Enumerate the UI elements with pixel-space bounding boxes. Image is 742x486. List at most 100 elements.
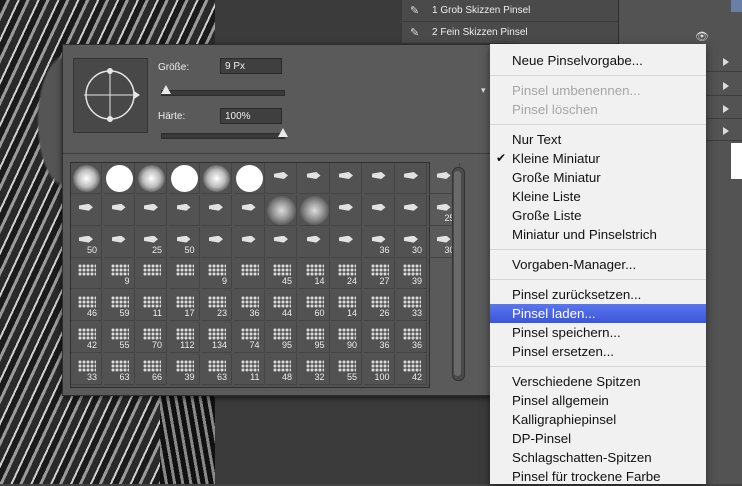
brush-preset-cell[interactable]: 74 <box>233 322 265 353</box>
brush-preset-cell[interactable]: 9 <box>103 258 135 290</box>
brush-preset-cell[interactable] <box>233 226 265 258</box>
size-slider-knob[interactable] <box>160 85 171 94</box>
brush-preset-cell[interactable] <box>201 163 232 194</box>
brush-preset-cell[interactable] <box>298 194 330 226</box>
brush-preset-cell[interactable]: 36 <box>363 322 395 353</box>
brush-preset-cell[interactable]: 36 <box>363 226 395 258</box>
brush-preset-cell[interactable]: 36 <box>233 290 265 322</box>
menu-item[interactable]: Pinsel speichern... <box>490 323 706 342</box>
disclosure-triangle-icon[interactable] <box>723 127 729 135</box>
brush-preset-cell[interactable]: 25 <box>136 226 167 258</box>
brush-preset-cell[interactable] <box>201 226 232 258</box>
menu-item[interactable]: Pinsel laden... <box>490 304 706 323</box>
brush-preset-cell[interactable]: 26 <box>363 290 395 322</box>
brush-preset-cell[interactable] <box>298 163 330 194</box>
brush-preset-cell[interactable]: 39 <box>396 258 427 290</box>
brush-preset-cell[interactable]: 112 <box>168 322 200 353</box>
menu-item[interactable]: Kleine Liste <box>490 187 706 206</box>
brush-preset-cell[interactable] <box>233 194 265 226</box>
menu-item[interactable]: Kalligraphiepinsel <box>490 410 706 429</box>
brush-preset-cell[interactable] <box>331 194 362 226</box>
brush-preset-cell[interactable] <box>266 226 297 258</box>
brush-preset-cell[interactable] <box>298 226 330 258</box>
brush-preset-cell[interactable]: 134 <box>201 322 232 353</box>
brush-preset-cell[interactable] <box>331 226 362 258</box>
brush-preset-item[interactable]: ✎ 2 Fein Skizzen Pinsel <box>402 22 618 44</box>
brush-preset-cell[interactable]: 100 <box>363 353 395 385</box>
menu-item[interactable]: Verschiedene Spitzen <box>490 372 706 391</box>
brush-preset-cell[interactable]: 9 <box>201 258 232 290</box>
brush-preset-cell[interactable] <box>331 163 362 194</box>
menu-item[interactable]: Schlagschatten-Spitzen <box>490 448 706 467</box>
brush-preset-cell[interactable]: 33 <box>396 290 427 322</box>
brush-preset-cell[interactable] <box>103 163 135 194</box>
brush-preset-cell[interactable]: 14 <box>331 290 362 322</box>
hardness-field[interactable]: 100% <box>220 108 282 124</box>
brush-preset-cell[interactable] <box>168 163 200 194</box>
brush-preset-cell[interactable]: 42 <box>71 322 102 353</box>
brush-preset-cell[interactable]: 55 <box>103 322 135 353</box>
brush-preset-cell[interactable]: 55 <box>331 353 362 385</box>
brush-preset-cell[interactable] <box>396 194 427 226</box>
brush-preset-cell[interactable]: 63 <box>103 353 135 385</box>
brush-preset-cell[interactable]: 95 <box>266 322 297 353</box>
menu-item[interactable]: Miniatur und Pinselstrich <box>490 225 706 244</box>
brush-preset-cell[interactable]: 60 <box>298 290 330 322</box>
eye-icon[interactable]: 👁 <box>695 30 709 43</box>
brush-preset-cell[interactable]: 42 <box>396 353 427 385</box>
brush-preset-cell[interactable]: 14 <box>298 258 330 290</box>
brush-preset-cell[interactable] <box>266 163 297 194</box>
brush-grid-scrollbar[interactable] <box>452 167 465 381</box>
hardness-slider-knob[interactable] <box>278 128 288 137</box>
menu-item[interactable]: DP-Pinsel <box>490 429 706 448</box>
brush-preset-cell[interactable]: 11 <box>136 290 167 322</box>
menu-item[interactable]: Große Miniatur <box>490 168 706 187</box>
menu-item[interactable]: Pinsel zurücksetzen... <box>490 285 706 304</box>
brush-preset-cell[interactable] <box>136 163 167 194</box>
brush-preset-cell[interactable] <box>363 194 395 226</box>
brush-preset-cell[interactable] <box>103 226 135 258</box>
brush-preset-cell[interactable]: 70 <box>136 322 167 353</box>
brush-tip-preview[interactable] <box>73 58 148 133</box>
size-slider[interactable] <box>161 90 285 96</box>
disclosure-triangle-icon[interactable] <box>723 82 729 90</box>
chevron-down-icon[interactable]: ▾ <box>481 85 486 96</box>
brush-preset-cell[interactable]: 95 <box>298 322 330 353</box>
brush-preset-cell[interactable] <box>396 163 427 194</box>
brush-preset-cell[interactable] <box>168 258 200 290</box>
brush-preset-cell[interactable] <box>71 194 102 226</box>
brush-preset-cell[interactable]: 50 <box>71 226 102 258</box>
brush-preset-cell[interactable] <box>103 194 135 226</box>
brush-preset-cell[interactable]: 59 <box>103 290 135 322</box>
brush-preset-item[interactable]: ✎ 1 Grob Skizzen Pinsel <box>402 0 618 22</box>
brush-preset-cell[interactable]: 90 <box>331 322 362 353</box>
brush-preset-cell[interactable]: 11 <box>233 353 265 385</box>
brush-preset-cell[interactable]: 30 <box>396 226 427 258</box>
brush-preset-cell[interactable]: 45 <box>266 258 297 290</box>
brush-preset-cell[interactable]: 23 <box>201 290 232 322</box>
brush-preset-cell[interactable] <box>168 194 200 226</box>
brush-preset-cell[interactable] <box>266 194 297 226</box>
menu-item[interactable]: Neue Pinselvorgabe... <box>490 51 706 70</box>
brush-preset-cell[interactable]: 44 <box>266 290 297 322</box>
brush-preset-cell[interactable]: 17 <box>168 290 200 322</box>
brush-preset-cell[interactable] <box>363 163 395 194</box>
brush-preset-cell[interactable] <box>71 163 102 194</box>
hardness-slider[interactable] <box>161 133 285 139</box>
brush-preset-cell[interactable]: 27 <box>363 258 395 290</box>
brush-preset-cell[interactable] <box>71 258 102 290</box>
brush-preset-cell[interactable] <box>136 194 167 226</box>
brush-angle-dial[interactable] <box>74 59 147 132</box>
brush-preset-cell[interactable]: 24 <box>331 258 362 290</box>
menu-item[interactable]: Vorgaben-Manager... <box>490 255 706 274</box>
disclosure-triangle-icon[interactable] <box>723 58 729 66</box>
brush-preset-cell[interactable]: 66 <box>136 353 167 385</box>
brush-preset-cell[interactable] <box>201 194 232 226</box>
menu-item[interactable]: ✔ Kleine Miniatur <box>490 149 706 168</box>
brush-preset-cell[interactable]: 48 <box>266 353 297 385</box>
scrollbar-thumb[interactable] <box>454 171 461 376</box>
brush-preset-cell[interactable] <box>233 163 265 194</box>
brush-preset-cell[interactable]: 46 <box>71 290 102 322</box>
menu-item[interactable]: Pinsel ersetzen... <box>490 342 706 361</box>
brush-preset-cell[interactable]: 32 <box>298 353 330 385</box>
